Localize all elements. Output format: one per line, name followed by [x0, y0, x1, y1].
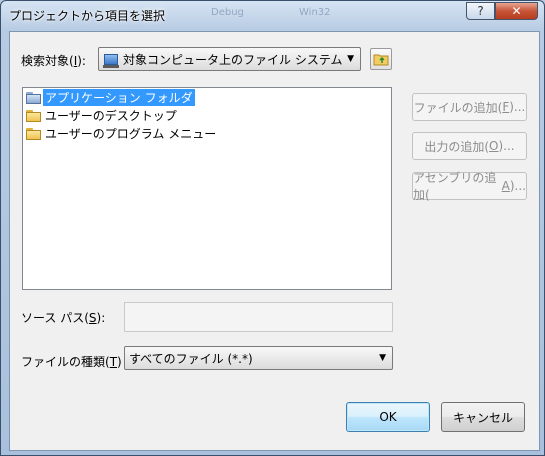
drive-icon [103, 53, 119, 68]
dialog-content: 検索対象(I): 対象コンピュータ上のファイル システム ▼ アプリケーション … [9, 31, 540, 451]
search-target-label-suffix: ): [77, 54, 86, 68]
add-file-mnemonic: F [502, 100, 510, 114]
list-item-label: ユーザーのプログラム メニュー [45, 127, 217, 141]
background-hint-win32: Win32 [299, 7, 331, 18]
up-folder-button[interactable] [370, 48, 392, 70]
list-item-label: ユーザーのデスクトップ [45, 109, 177, 123]
add-file-button[interactable]: ファイルの追加(F)... [412, 93, 527, 121]
add-assembly-mnemonic: A [501, 179, 510, 193]
cancel-button[interactable]: キャンセル [441, 402, 525, 432]
list-item-application-folder[interactable]: アプリケーション フォルダ [26, 89, 195, 106]
window-title: プロジェクトから項目を選択 [9, 9, 166, 23]
source-path-label-suffix: ): [96, 311, 106, 325]
add-assembly-button[interactable]: アセンブリの追加( A)... [412, 171, 527, 202]
close-button[interactable]: ✕ [495, 2, 538, 20]
help-icon: ? [477, 4, 484, 18]
add-output-label-suffix: )... [498, 139, 515, 153]
folder-icon [26, 109, 41, 122]
add-assembly-label-prefix: アセンブリの追加( [413, 171, 497, 202]
file-type-mnemonic: T [109, 355, 118, 369]
search-target-value: 対象コンピュータ上のファイル システム [123, 52, 343, 67]
file-type-label-prefix: ファイルの種類( [21, 355, 110, 369]
dialog-window: プロジェクトから項目を選択 Debug Win32 ? ✕ 検索対象(I): 対… [0, 0, 545, 456]
file-type-dropdown[interactable]: すべてのファイル (*.*) ▼ [124, 346, 393, 370]
add-output-button[interactable]: 出力の追加(O)... [412, 132, 527, 160]
up-folder-icon [373, 54, 389, 66]
ok-button[interactable]: OK [346, 402, 430, 432]
add-output-mnemonic: O [489, 139, 499, 153]
chevron-down-icon: ▼ [347, 54, 354, 64]
source-path-mnemonic: S [88, 311, 97, 325]
add-file-label-prefix: ファイルの追加( [413, 100, 503, 115]
close-icon: ✕ [511, 4, 522, 18]
title-bar[interactable]: プロジェクトから項目を選択 Debug Win32 ? ✕ [1, 1, 545, 29]
source-path-label-prefix: ソース パス( [21, 311, 89, 325]
search-target-label: 検索対象(I): [21, 52, 86, 69]
file-type-value: すべてのファイル (*.*) [129, 351, 253, 366]
add-file-label-suffix: )... [509, 100, 526, 114]
background-hint-debug: Debug [211, 7, 244, 18]
list-item-label: アプリケーション フォルダ [43, 89, 195, 106]
add-assembly-label-suffix: )... [509, 179, 526, 193]
help-button[interactable]: ? [466, 2, 495, 20]
folder-icon [26, 127, 41, 140]
source-path-input[interactable] [124, 302, 393, 332]
chevron-down-icon: ▼ [379, 353, 386, 363]
application-folder-icon [26, 91, 41, 104]
list-item-user-desktop[interactable]: ユーザーのデスクトップ [26, 107, 179, 124]
source-path-label: ソース パス(S): [21, 309, 105, 326]
file-type-label-suffix: ) [117, 355, 122, 369]
file-type-label: ファイルの種類(T) [21, 353, 122, 370]
location-list[interactable]: アプリケーション フォルダ ユーザーのデスクトップ ユーザーのプログラム メニュ… [22, 87, 392, 290]
list-item-user-programs-menu[interactable]: ユーザーのプログラム メニュー [26, 125, 218, 142]
add-output-label-prefix: 出力の追加( [424, 139, 490, 154]
search-target-label-prefix: 検索対象( [21, 54, 74, 68]
search-target-dropdown[interactable]: 対象コンピュータ上のファイル システム ▼ [98, 47, 361, 71]
